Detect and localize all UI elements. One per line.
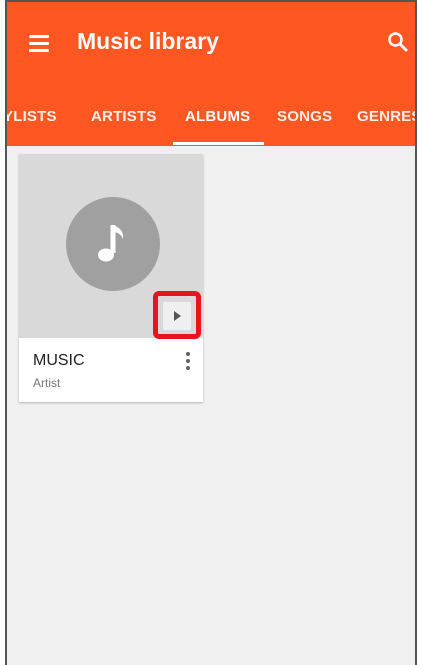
- album-artist: Artist: [33, 376, 61, 390]
- search-icon[interactable]: [387, 31, 409, 53]
- app-bar: Music library YLISTS ARTISTS ALBUMS SONG…: [7, 2, 415, 146]
- album-grid: MUSIC Artist: [7, 146, 415, 665]
- tab-genres[interactable]: GENRES: [357, 108, 415, 125]
- music-note-icon: [66, 197, 160, 291]
- play-icon: [174, 311, 181, 321]
- album-title: MUSIC: [33, 352, 85, 369]
- tab-bar: YLISTS ARTISTS ALBUMS SONGS GENRES: [7, 98, 415, 146]
- tab-playlists[interactable]: YLISTS: [7, 108, 57, 125]
- tab-songs[interactable]: SONGS: [277, 108, 332, 125]
- active-tab-indicator: [173, 142, 264, 145]
- page-title: Music library: [77, 28, 219, 54]
- tab-albums[interactable]: ALBUMS: [185, 108, 250, 125]
- album-art[interactable]: [19, 154, 203, 339]
- album-card[interactable]: MUSIC Artist: [19, 154, 203, 402]
- more-vert-icon[interactable]: [185, 352, 191, 372]
- tab-artists[interactable]: ARTISTS: [91, 108, 157, 125]
- hamburger-menu-icon[interactable]: [29, 35, 49, 52]
- play-button[interactable]: [163, 302, 191, 330]
- device-frame: Music library YLISTS ARTISTS ALBUMS SONG…: [5, 0, 417, 665]
